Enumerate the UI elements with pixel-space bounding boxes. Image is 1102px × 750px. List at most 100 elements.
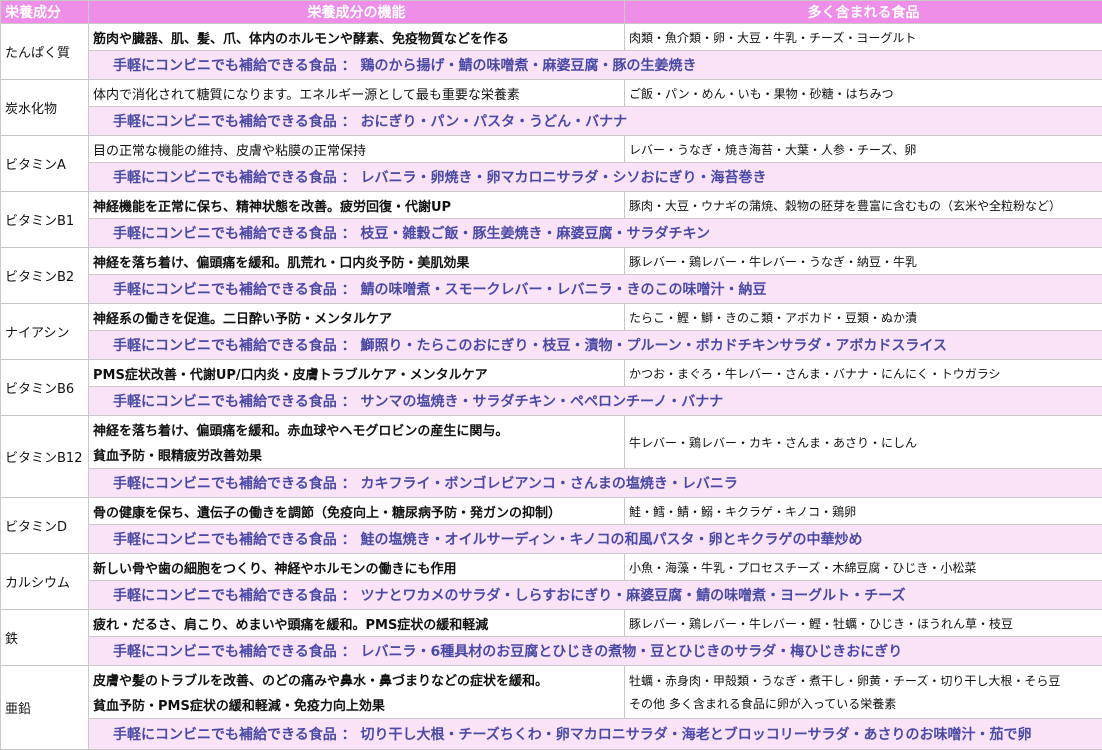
nutrient-name: ビタミンB6	[0, 359, 89, 416]
rich-foods: 豚肉・大豆・ウナギの蒲焼、穀物の胚芽を豊富に含むもの（玄米や全粒粉など）	[624, 191, 1102, 219]
convenience-foods: 手軽にコンビニでも補給できる食品 ： 鮭の塩焼き・オイルサーディン・キノコの和風…	[88, 524, 1102, 554]
table-row: ビタミンB1 神経機能を正常に保ち、精神状態を改善。疲労回復・代謝UP 豚肉・大豆・…	[0, 191, 1102, 248]
convenience-list: サンマの塩焼き・サラダチキン・ペペロンチーノ・バナナ	[360, 394, 724, 410]
convenience-prefix: 手軽にコンビニでも補給できる食品 ：	[113, 532, 356, 548]
convenience-list: 鮭の塩焼き・オイルサーディン・キノコの和風パスタ・卵とキクラゲの中華炒め	[360, 532, 863, 548]
function-text: 神経を落ち着け、偏頭痛を緩和。肌荒れ・口内炎予防・美肌効果	[93, 255, 470, 271]
foods-text: 豚肉・大豆・ウナギの蒲焼、穀物の胚芽を豊富に含むもの（玄米や全粒粉など）	[629, 198, 1062, 213]
convenience-prefix: 手軽にコンビニでも補給できる食品 ：	[113, 727, 356, 743]
convenience-prefix: 手軽にコンビニでも補給できる食品 ：	[113, 338, 356, 354]
convenience-foods: 手軽にコンビニでも補給できる食品 ： サンマの塩焼き・サラダチキン・ペペロンチー…	[88, 386, 1102, 416]
foods-text: 牡蠣・赤身肉・甲殻類・うなぎ・煮干し・卵黄・チーズ・切り干し大根・そら豆	[629, 674, 1061, 688]
header-function: 栄養成分の機能	[88, 0, 625, 24]
rich-foods: 牡蠣・赤身肉・甲殻類・うなぎ・煮干し・卵黄・チーズ・切り干し大根・そら豆 その他 …	[624, 665, 1102, 719]
convenience-prefix: 手軽にコンビニでも補給できる食品 ：	[113, 644, 356, 660]
nutrient-name: ビタミンD	[0, 497, 89, 554]
foods-text: 小魚・海藻・牛乳・プロセスチーズ・木綿豆腐・ひじき・小松菜	[629, 560, 977, 575]
convenience-list: カキフライ・ボンゴレビアンコ・さんまの塩焼き・レバニラ	[360, 476, 738, 492]
convenience-list: レバニラ・卵焼き・卵マカロニサラダ・シソおにぎり・海苔巻き	[360, 170, 767, 186]
header-row: 栄養成分 栄養成分の機能 多く含まれる食品	[0, 0, 1102, 24]
convenience-foods: 手軽にコンビニでも補給できる食品 ： カキフライ・ボンゴレビアンコ・さんまの塩焼…	[88, 468, 1102, 498]
table-row: たんぱく質 筋肉や臓器、肌、髪、爪、体内のホルモンや酵素、免疫物質などを作る 肉類・…	[0, 23, 1102, 80]
function-text: 神経機能を正常に保ち、精神状態を改善。疲労回復・代謝UP	[93, 199, 452, 215]
table-row: ビタミンB6 PMS症状改善・代謝UP/口内炎・皮膚トラブルケア・メンタルケア かつ…	[0, 359, 1102, 416]
convenience-row: 手軽にコンビニでも補給できる食品 ： 枝豆・雑穀ご飯・豚生姜焼き・麻婆豆腐・サラ…	[1, 218, 1102, 248]
convenience-prefix: 手軽にコンビニでも補給できる食品 ：	[113, 476, 356, 492]
rich-foods: 鮭・鱈・鯖・鰯・キクラゲ・キノコ・鶏卵	[624, 497, 1102, 525]
foods-text: かつお・まぐろ・牛レバー・さんま・バナナ・にんにく・トウガラシ	[629, 366, 1001, 381]
nutrient-function: 新しい骨や歯の細胞をつくり、神経やホルモンの働きにも作用	[88, 553, 625, 581]
function-text: 骨の健康を保ち、遺伝子の働きを調節（免疫向上・糖尿病予防・発ガンの抑制）	[93, 505, 562, 521]
header-foods: 多く含まれる食品	[624, 0, 1102, 24]
convenience-foods: 手軽にコンビニでも補給できる食品 ： おにぎり・パン・パスタ・うどん・バナナ	[88, 106, 1102, 136]
convenience-list: おにぎり・パン・パスタ・うどん・バナナ	[360, 114, 628, 130]
nutrient-function: 骨の健康を保ち、遺伝子の働きを調節（免疫向上・糖尿病予防・発ガンの抑制）	[88, 497, 625, 525]
nutrient-name: ビタミンB1	[0, 191, 89, 248]
nutrient-function: 体内で消化されて糖質になります。エネルギー源として最も重要な栄養素	[88, 79, 625, 107]
foods-text: 肉類・魚介類・卵・大豆・牛乳・チーズ・ヨーグルト	[629, 30, 917, 45]
nutrient-name: 鉄	[0, 609, 89, 666]
convenience-row: 手軽にコンビニでも補給できる食品 ： 鮭の塩焼き・オイルサーディン・キノコの和風…	[1, 524, 1102, 554]
foods-text: 豚レバー・鶏レバー・牛レバー・うなぎ・納豆・牛乳	[629, 254, 918, 269]
nutrient-name: たんぱく質	[0, 23, 89, 80]
convenience-row: 手軽にコンビニでも補給できる食品 ： レバニラ・卵焼き・卵マカロニサラダ・シソお…	[1, 162, 1102, 192]
rich-foods: 豚レバー・鶏レバー・牛レバー・鰹・牡蠣・ひじき・ほうれん草・枝豆	[624, 609, 1102, 637]
function-text: 体内で消化されて糖質になります。エネルギー源として最も重要な栄養素	[93, 87, 520, 103]
rich-foods: レバー・うなぎ・焼き海苔・大葉・人参・チーズ、卵	[624, 135, 1102, 163]
convenience-prefix: 手軽にコンビニでも補給できる食品 ：	[113, 588, 356, 604]
function-text: 筋肉や臓器、肌、髪、爪、体内のホルモンや酵素、免疫物質などを作る	[93, 31, 510, 47]
convenience-list: 鯖の味噌煮・スモークレバー・レバニラ・きのこの味噌汁・納豆	[360, 282, 767, 298]
function-text: PMS症状改善・代謝UP/口内炎・皮膚トラブルケア・メンタルケア	[93, 367, 488, 383]
nutrient-name: ビタミンB12	[0, 415, 89, 498]
table-row: 炭水化物 体内で消化されて糖質になります。エネルギー源として最も重要な栄養素 ご飯・…	[0, 79, 1102, 136]
nutrient-name: ナイアシン	[0, 303, 89, 360]
convenience-list: レバニラ・6種具材のお豆腐とひじきの煮物・豆とひじきのサラダ・梅ひじきおにぎり	[360, 644, 903, 660]
function-text: 疲れ・だるさ、肩こり、めまいや頭痛を緩和。PMS症状の緩和軽減	[93, 617, 489, 633]
table-row: ナイアシン 神経系の働きを促進。二日酔い予防・メンタルケア たらこ・鰹・鰤・きのこ類…	[0, 303, 1102, 360]
convenience-list: 切り干し大根・チーズちくわ・卵マカロニサラダ・海老とブロッコリーサラダ・あさりの…	[360, 727, 1032, 743]
convenience-list: 鶏のから揚げ・鯖の味噌煮・麻婆豆腐・豚の生姜焼き	[360, 58, 697, 74]
rich-foods: 豚レバー・鶏レバー・牛レバー・うなぎ・納豆・牛乳	[624, 247, 1102, 275]
convenience-row: 手軽にコンビニでも補給できる食品 ： 鰤照り・たらこのおにぎり・枝豆・漬物・プル…	[1, 330, 1102, 360]
rich-foods: たらこ・鰹・鰤・きのこ類・アボカド・豆類・ぬか漬	[624, 303, 1102, 331]
function-text: 皮膚や髪のトラブルを改善、のどの痛みや鼻水・鼻づまりなどの症状を緩和。	[93, 674, 549, 689]
function-text: 神経系の働きを促進。二日酔い予防・メンタルケア	[93, 311, 393, 327]
nutrient-name: ビタミンA	[0, 135, 89, 192]
function-text-line2: 貧血予防・PMS症状の緩和軽減・免疫力向上効果	[93, 699, 385, 714]
convenience-list: 鰤照り・たらこのおにぎり・枝豆・漬物・プルーン・ボカドチキンサラダ・アボカドスラ…	[360, 338, 947, 354]
rich-foods: 小魚・海藻・牛乳・プロセスチーズ・木綿豆腐・ひじき・小松菜	[624, 553, 1102, 581]
function-text: 目の正常な機能の維持、皮膚や粘膜の正常保持	[93, 143, 367, 159]
convenience-prefix: 手軽にコンビニでも補給できる食品 ：	[113, 114, 356, 130]
function-text-line2: 貧血予防・眼精疲労改善効果	[93, 449, 263, 464]
convenience-row: 手軽にコンビニでも補給できる食品 ： サンマの塩焼き・サラダチキン・ペペロンチー…	[1, 386, 1102, 416]
rich-foods: ご飯・パン・めん・いも・果物・砂糖・はちみつ	[624, 79, 1102, 107]
table-row: ビタミンA 目の正常な機能の維持、皮膚や粘膜の正常保持 レバー・うなぎ・焼き海苔・大…	[0, 135, 1102, 192]
table-row: ビタミンB2 神経を落ち着け、偏頭痛を緩和。肌荒れ・口内炎予防・美肌効果 豚レバー・…	[0, 247, 1102, 304]
convenience-foods: 手軽にコンビニでも補給できる食品 ： ツナとワカメのサラダ・しらすおにぎり・麻婆…	[88, 580, 1102, 610]
convenience-prefix: 手軽にコンビニでも補給できる食品 ：	[113, 58, 356, 74]
nutrient-name: ビタミンB2	[0, 247, 89, 304]
convenience-prefix: 手軽にコンビニでも補給できる食品 ：	[113, 394, 356, 410]
convenience-row: 手軽にコンビニでも補給できる食品 ： 鯖の味噌煮・スモークレバー・レバニラ・きの…	[1, 274, 1102, 304]
nutrition-table: 栄養成分 栄養成分の機能 多く含まれる食品 たんぱく質 筋肉や臓器、肌、髪、爪、体…	[0, 0, 1102, 750]
nutrient-name: 炭水化物	[0, 79, 89, 136]
nutrient-function: PMS症状改善・代謝UP/口内炎・皮膚トラブルケア・メンタルケア	[88, 359, 625, 387]
nutrient-function: 筋肉や臓器、肌、髪、爪、体内のホルモンや酵素、免疫物質などを作る	[88, 23, 625, 51]
convenience-foods: 手軽にコンビニでも補給できる食品 ： 枝豆・雑穀ご飯・豚生姜焼き・麻婆豆腐・サラ…	[88, 218, 1102, 248]
convenience-prefix: 手軽にコンビニでも補給できる食品 ：	[113, 170, 356, 186]
convenience-row: 手軽にコンビニでも補給できる食品 ： 鶏のから揚げ・鯖の味噌煮・麻婆豆腐・豚の生…	[1, 50, 1102, 80]
table-row: カルシウム 新しい骨や歯の細胞をつくり、神経やホルモンの働きにも作用 小魚・海藻・牛…	[0, 553, 1102, 610]
table-row: 鉄疲れ・だるさ、肩こり、めまいや頭痛を緩和。PMS症状の緩和軽減 豚レバー・鶏レバ…	[0, 609, 1102, 666]
convenience-row: 手軽にコンビニでも補給できる食品 ： ツナとワカメのサラダ・しらすおにぎり・麻婆…	[1, 580, 1102, 610]
nutrient-function: 神経を落ち着け、偏頭痛を緩和。肌荒れ・口内炎予防・美肌効果	[88, 247, 625, 275]
convenience-foods: 手軽にコンビニでも補給できる食品 ： 切り干し大根・チーズちくわ・卵マカロニサラ…	[88, 718, 1102, 750]
foods-text: ご飯・パン・めん・いも・果物・砂糖・はちみつ	[629, 86, 894, 101]
convenience-foods: 手軽にコンビニでも補給できる食品 ： 鯖の味噌煮・スモークレバー・レバニラ・きの…	[88, 274, 1102, 304]
foods-text: 豚レバー・鶏レバー・牛レバー・鰹・牡蠣・ひじき・ほうれん草・枝豆	[629, 616, 1014, 631]
convenience-row: 手軽にコンビニでも補給できる食品 ： 切り干し大根・チーズちくわ・卵マカロニサラ…	[1, 718, 1102, 750]
convenience-list: ツナとワカメのサラダ・しらすおにぎり・麻婆豆腐・鯖の味噌煮・ヨーグルト・チーズ	[360, 588, 906, 604]
table-row: ビタミンD 骨の健康を保ち、遺伝子の働きを調節（免疫向上・糖尿病予防・発ガンの抑制…	[0, 497, 1102, 554]
convenience-list: 枝豆・雑穀ご飯・豚生姜焼き・麻婆豆腐・サラダチキン	[360, 226, 711, 242]
table-row: 亜鉛 皮膚や髪のトラブルを改善、のどの痛みや鼻水・鼻づまりなどの症状を緩和。 貧血予…	[0, 665, 1102, 750]
foods-text-line2: その他 多く含まれる食品に卵が入っている栄養素	[629, 697, 897, 711]
